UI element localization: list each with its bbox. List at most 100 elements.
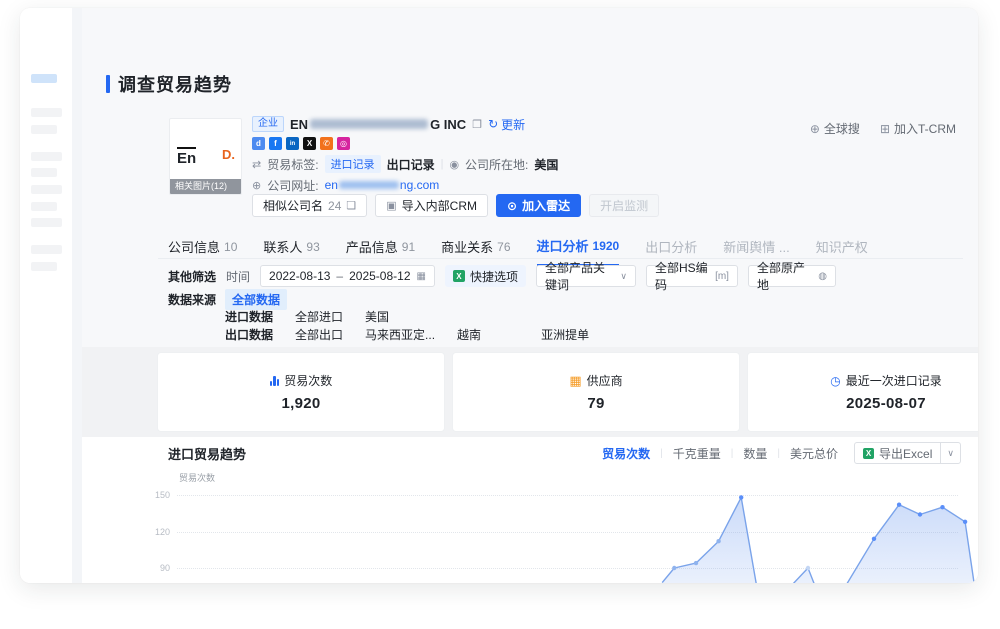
keyword-select[interactable]: 全部产品关键词 ∨: [536, 265, 636, 287]
company-logo-mark: D.: [222, 147, 235, 162]
sidebar-item-active[interactable]: [31, 74, 57, 83]
global-search-button[interactable]: ⊕ 全球搜: [810, 120, 860, 137]
company-actions: 相似公司名 24 ❏ ▣ 导入内部CRM ⊙ 加入雷达 开启监测: [252, 194, 659, 217]
metric-kg-weight[interactable]: 千克重量: [673, 445, 721, 462]
clock-icon: ◷: [830, 375, 840, 387]
excel-icon: X: [453, 270, 465, 282]
tab-contacts[interactable]: 联系人93: [263, 236, 319, 266]
compass-icon: ⊕: [810, 122, 820, 136]
datasource-row-export: 出口数据 全部出口 马来西亚定... 越南 亚洲提单: [168, 326, 589, 343]
start-monitor-button[interactable]: 开启监测: [589, 194, 659, 217]
sidebar-item[interactable]: [31, 108, 62, 117]
join-radar-button[interactable]: ⊙ 加入雷达: [496, 194, 581, 217]
sidebar-item[interactable]: [31, 245, 62, 254]
company-info: 企业 EN G INC ❐ ↻ 更新 d f in X: [252, 116, 558, 198]
header-actions: ⊕ 全球搜 ⊞ 加入T-CRM: [810, 120, 956, 137]
metric-trade-count[interactable]: 贸易次数: [602, 445, 650, 462]
copy-icon[interactable]: ❐: [472, 118, 482, 131]
import-crm-button[interactable]: ▣ 导入内部CRM: [375, 194, 488, 217]
social-icon-1[interactable]: d: [252, 137, 265, 150]
page-title-row: 调查贸易趋势: [106, 71, 232, 97]
last-import-value: 2025-08-07: [846, 395, 926, 412]
company-name: EN G INC: [290, 117, 466, 132]
stat-card-suppliers: ▦ 供应商 79: [452, 352, 740, 432]
import-source-all[interactable]: 全部进口: [295, 308, 343, 325]
export-source-malaysia[interactable]: 马来西亚定...: [365, 326, 435, 343]
main-content: 调查贸易趋势 ⊕ 全球搜 ⊞ 加入T-CRM En D. 相关图片(12): [82, 8, 978, 583]
export-source-vietnam[interactable]: 越南: [457, 326, 481, 343]
enterprise-badge: 企业: [252, 116, 284, 132]
update-button[interactable]: ↻ 更新: [488, 116, 525, 133]
sidebar-item[interactable]: [31, 125, 57, 134]
join-tcrm-button[interactable]: ⊞ 加入T-CRM: [880, 120, 956, 137]
sidebar-divider: [72, 8, 82, 583]
metric-usd-total[interactable]: 美元总价: [790, 445, 838, 462]
related-images-badge[interactable]: 相关图片(12): [170, 179, 241, 194]
export-source-all[interactable]: 全部出口: [295, 326, 343, 343]
date-range-input[interactable]: 2022-08-13 – 2025-08-12 ▦: [260, 265, 435, 287]
excel-icon: X: [863, 448, 874, 459]
linkedin-icon[interactable]: in: [286, 137, 299, 150]
origin-select[interactable]: 全部原产地 ◍: [748, 265, 836, 287]
title-accent-bar: [106, 75, 110, 93]
import-records-tag[interactable]: 进口记录: [325, 155, 381, 173]
swap-icon: ⇄: [252, 158, 261, 171]
hs-code-icon: [m]: [715, 271, 729, 282]
grid-icon: ⊞: [880, 122, 890, 136]
app-window: 调查贸易趋势 ⊕ 全球搜 ⊞ 加入T-CRM En D. 相关图片(12): [20, 8, 978, 583]
similar-companies-button[interactable]: 相似公司名 24 ❏: [252, 194, 367, 217]
stat-card-last-import: ◷ 最近一次进口记录 2025-08-07: [747, 352, 978, 432]
import-source-usa[interactable]: 美国: [365, 308, 389, 325]
stat-card-trade-count: 贸易次数 1,920: [157, 352, 445, 432]
company-logo[interactable]: En D. 相关图片(12): [169, 118, 242, 195]
company-location: 美国: [534, 156, 558, 173]
sidebar-item[interactable]: [31, 168, 57, 177]
export-excel-button[interactable]: X 导出Excel: [855, 443, 940, 463]
chart-header: 进口贸易趋势 贸易次数 | 千克重量 | 数量 | 美元总价 X 导出Excel…: [168, 442, 961, 464]
sidebar-item[interactable]: [31, 202, 57, 211]
blurred-website: [339, 181, 399, 189]
filter-bar: 其他筛选 时间 2022-08-13 – 2025-08-12 ▦ X 快捷选项…: [168, 265, 836, 287]
social-links: d f in X ✆ ◎: [252, 137, 558, 150]
bar-chart-icon: [270, 375, 280, 386]
tab-ip[interactable]: 知识产权: [816, 236, 868, 266]
x-twitter-icon[interactable]: X: [303, 137, 316, 150]
document-icon: ❏: [346, 199, 356, 212]
tab-company-info[interactable]: 公司信息10: [168, 236, 237, 266]
trend-area-chart[interactable]: [157, 470, 978, 583]
hs-code-select[interactable]: 全部HS编码 [m]: [646, 265, 738, 287]
export-source-asia-bill[interactable]: 亚洲提单: [541, 326, 589, 343]
export-excel-split-button: X 导出Excel ∨: [854, 442, 961, 464]
company-website-link[interactable]: en ng.com: [325, 178, 440, 192]
sidebar-item[interactable]: [31, 262, 57, 271]
tab-relations[interactable]: 商业关系76: [441, 236, 510, 266]
page: 调查贸易趋势 ⊕ 全球搜 ⊞ 加入T-CRM En D. 相关图片(12): [0, 0, 1000, 629]
sidebar-item[interactable]: [31, 185, 62, 194]
tab-products[interactable]: 产品信息91: [346, 236, 415, 266]
location-icon: ◉: [449, 158, 459, 171]
facebook-icon[interactable]: f: [269, 137, 282, 150]
chart-title: 进口贸易趋势: [168, 444, 246, 463]
export-records-tag[interactable]: 出口记录: [387, 156, 435, 173]
metric-quantity[interactable]: 数量: [743, 445, 767, 462]
sidebar-item[interactable]: [31, 218, 62, 227]
quick-options-button[interactable]: X 快捷选项: [445, 265, 526, 287]
datasource-row-all: 数据来源 全部数据: [168, 289, 287, 310]
company-logo-text: En: [177, 147, 196, 167]
blurred-name: [310, 119, 428, 129]
refresh-icon: ↻: [488, 117, 498, 131]
datasource-row-import: 进口数据 全部进口 美国: [168, 308, 389, 325]
sidebar-item[interactable]: [31, 152, 62, 161]
page-title: 调查贸易趋势: [118, 71, 232, 97]
phone-icon[interactable]: ✆: [320, 137, 333, 150]
radar-icon: ⊙: [507, 199, 517, 213]
import-icon: ▣: [386, 199, 396, 212]
all-data-chip[interactable]: 全部数据: [225, 289, 287, 310]
instagram-icon[interactable]: ◎: [337, 137, 350, 150]
trade-count-value: 1,920: [281, 395, 320, 412]
export-dropdown-button[interactable]: ∨: [940, 443, 960, 463]
metric-toggles: 贸易次数 | 千克重量 | 数量 | 美元总价 X 导出Excel ∨: [602, 442, 961, 464]
suppliers-value: 79: [587, 395, 604, 412]
chevron-down-icon: ∨: [620, 271, 627, 282]
sidebar-nav: [20, 8, 72, 583]
